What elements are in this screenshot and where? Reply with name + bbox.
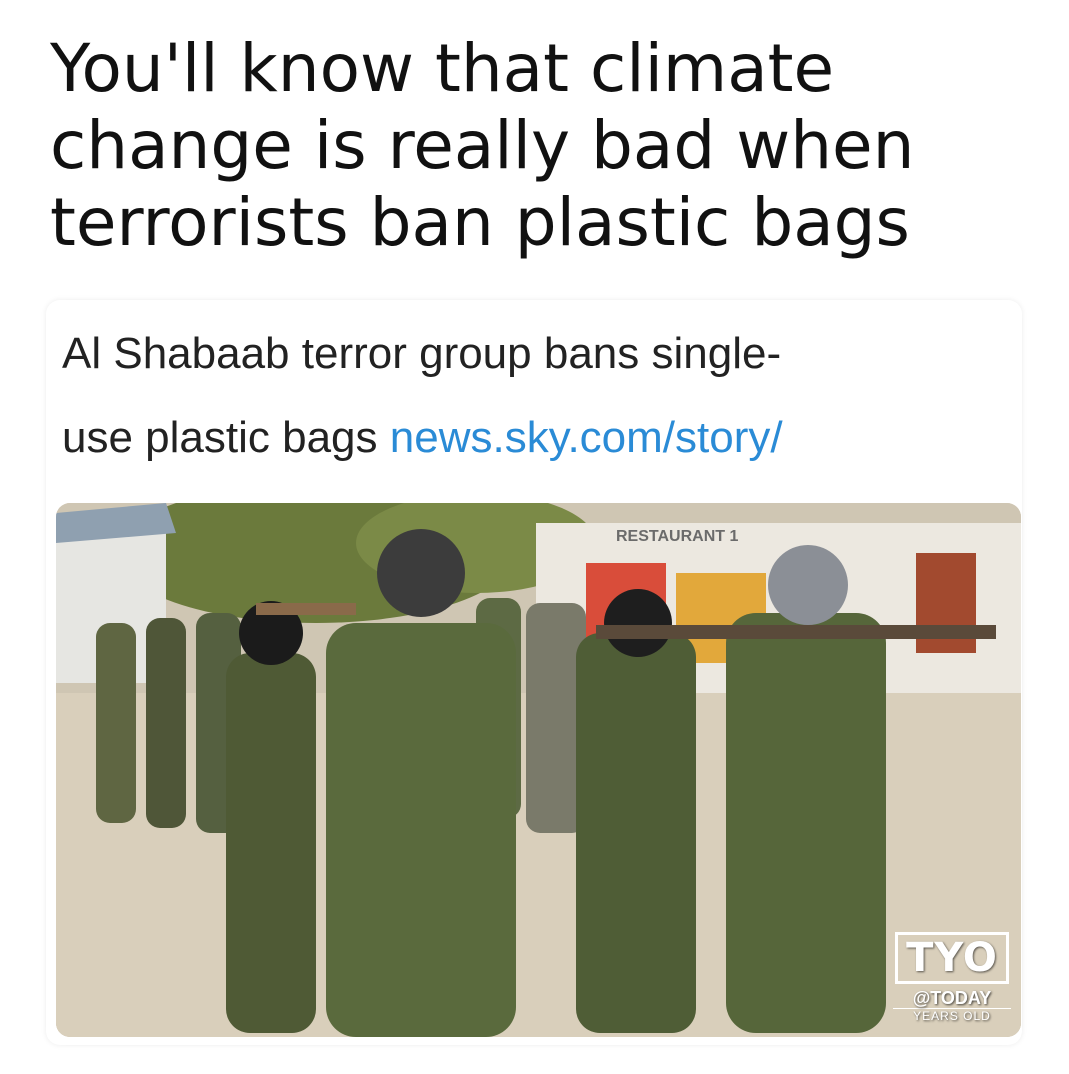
headline-line-2: use plastic bags xyxy=(62,413,378,462)
meme-caption: You'll know that climate change is reall… xyxy=(50,30,1030,261)
watermark-handle: @TODAY xyxy=(912,988,992,1008)
news-photo: RESTAURANT 1 TYO @TODAY YEARS OLD xyxy=(56,503,1021,1037)
caption-line-1: You'll know that climate xyxy=(50,30,835,107)
news-screenshot-card: Al Shabaab terror group bans single- use… xyxy=(46,300,1022,1045)
headline-source-link[interactable]: news.sky.com/story/ xyxy=(390,413,783,462)
headline-line-1: Al Shabaab terror group bans single- xyxy=(62,329,782,378)
caption-line-2: change is really bad when xyxy=(50,107,915,184)
watermark-subtitle: YEARS OLD xyxy=(893,1008,1011,1023)
photo-illustration: RESTAURANT 1 xyxy=(56,503,1021,1037)
news-headline: Al Shabaab terror group bans single- use… xyxy=(62,312,1012,480)
watermark-logo: TYO xyxy=(895,932,1009,984)
caption-line-3: terrorists ban plastic bags xyxy=(50,184,910,261)
restaurant-sign: RESTAURANT 1 xyxy=(616,528,738,545)
watermark: TYO @TODAY YEARS OLD xyxy=(893,932,1011,1023)
